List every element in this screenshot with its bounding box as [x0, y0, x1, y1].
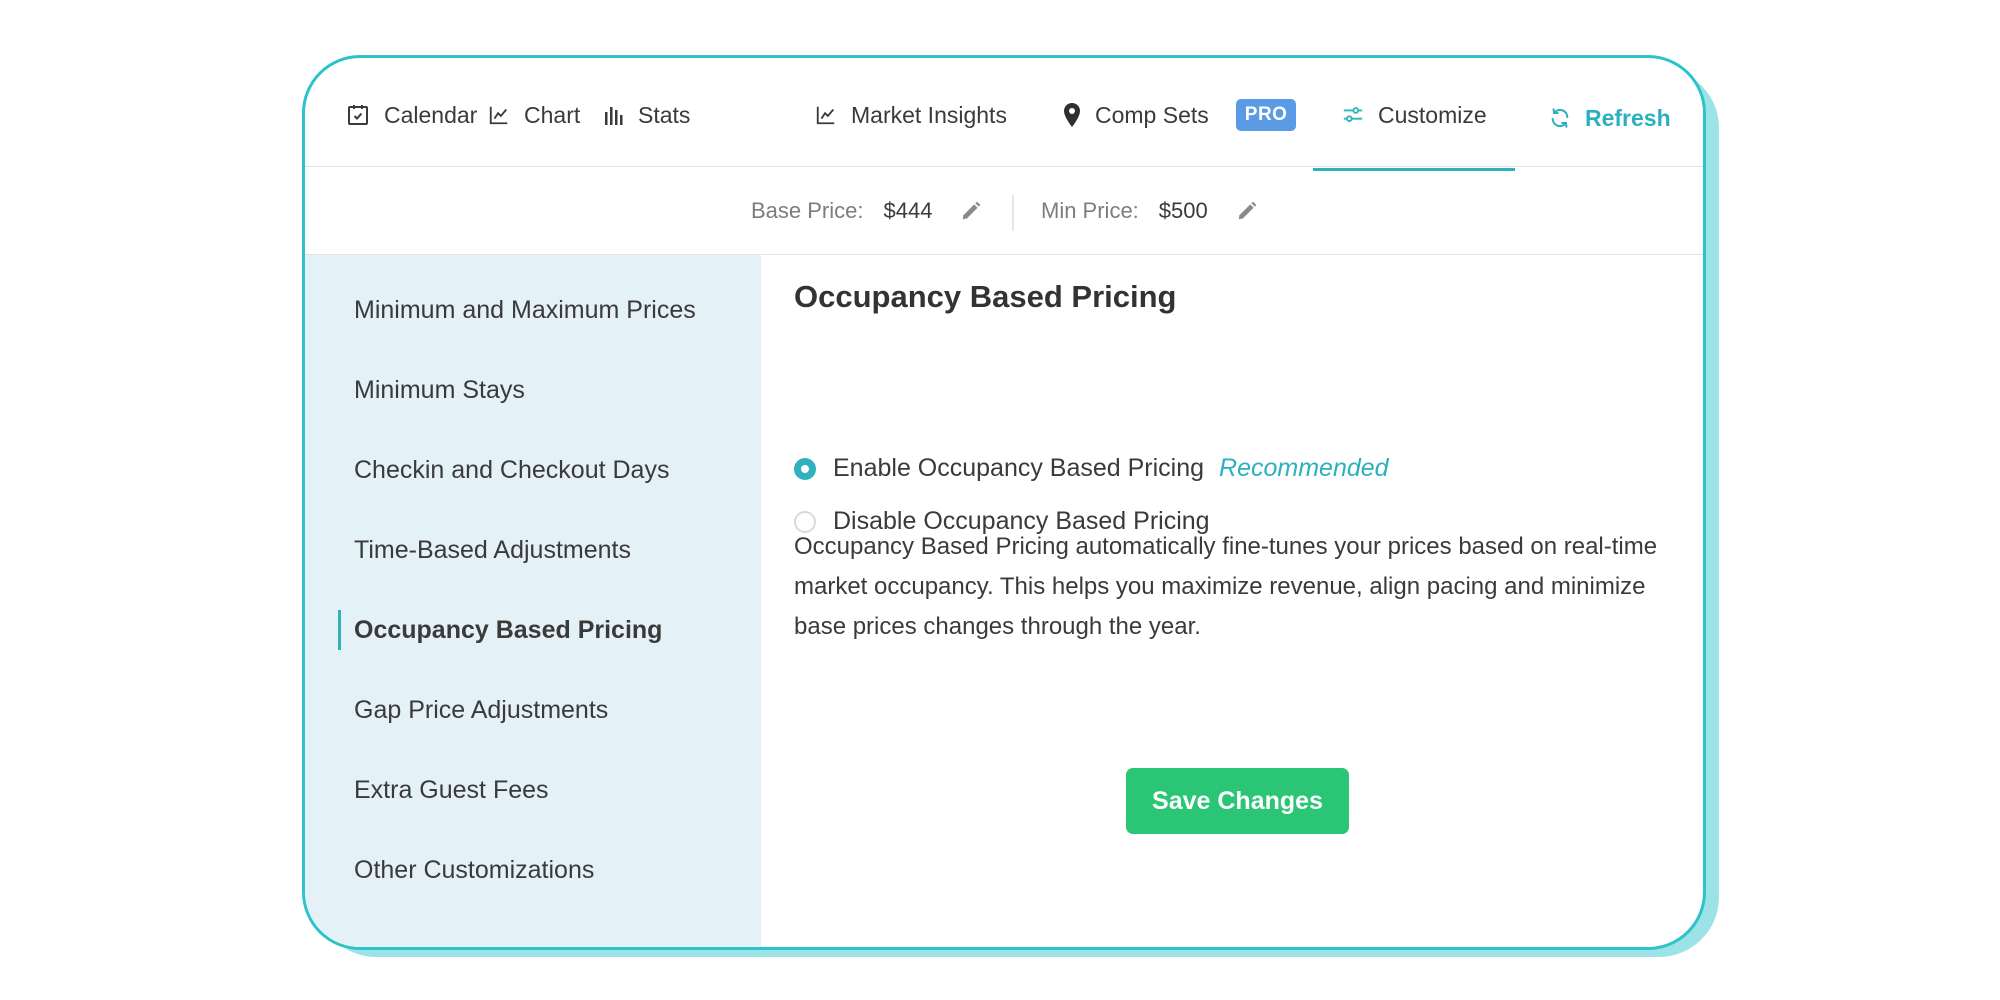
- min-price-label: Min Price:: [1041, 198, 1139, 223]
- tab-comp-sets[interactable]: Comp Sets PRO: [1063, 98, 1297, 132]
- tab-label: Stats: [638, 101, 691, 128]
- enable-option[interactable]: Enable Occupancy Based Pricing Recommend…: [794, 454, 1389, 483]
- sidebar-item-occupancy-based-pricing[interactable]: Occupancy Based Pricing: [354, 610, 662, 650]
- main-content: Occupancy Based Pricing Enable Occupancy…: [761, 255, 1703, 947]
- divider: [1012, 195, 1014, 231]
- tab-stats[interactable]: Stats: [604, 98, 690, 132]
- tab-label: Comp Sets: [1095, 101, 1209, 128]
- sidebar-item-min-max-prices[interactable]: Minimum and Maximum Prices: [354, 290, 696, 330]
- recommended-tag: Recommended: [1219, 454, 1389, 482]
- base-price-label: Base Price:: [751, 198, 864, 223]
- tab-label: Calendar: [384, 101, 478, 128]
- map-pin-icon: [1063, 102, 1081, 128]
- customize-sidebar: Minimum and Maximum Prices Minimum Stays…: [305, 255, 761, 947]
- min-price: Min Price: $500: [1041, 193, 1258, 229]
- page-title: Occupancy Based Pricing: [794, 279, 1177, 314]
- customize-panel: Calendar Chart Stats Market Insights Com…: [302, 55, 1706, 950]
- refresh-button[interactable]: Refresh: [1549, 101, 1671, 135]
- tab-label: Customize: [1378, 101, 1487, 128]
- edit-base-price-pencil-icon[interactable]: [960, 200, 982, 222]
- enable-option-label: Enable Occupancy Based Pricing: [833, 454, 1205, 482]
- tab-label: Market Insights: [851, 101, 1007, 128]
- sidebar-item-checkin-checkout-days[interactable]: Checkin and Checkout Days: [354, 450, 669, 490]
- base-price: Base Price: $444: [751, 193, 982, 229]
- edit-min-price-pencil-icon[interactable]: [1236, 200, 1258, 222]
- tab-market-insights[interactable]: Market Insights: [815, 98, 1007, 132]
- min-price-value: $500: [1158, 198, 1208, 223]
- refresh-label: Refresh: [1585, 104, 1671, 131]
- active-indicator: [338, 610, 341, 650]
- sidebar-item-time-based-adjustments[interactable]: Time-Based Adjustments: [354, 530, 631, 570]
- tab-customize[interactable]: Customize: [1313, 98, 1515, 171]
- sidebar-item-extra-guest-fees[interactable]: Extra Guest Fees: [354, 770, 549, 810]
- calendar-icon: [346, 103, 370, 127]
- tab-chart[interactable]: Chart: [488, 98, 580, 132]
- save-changes-button[interactable]: Save Changes: [1126, 768, 1349, 834]
- tab-label: Chart: [524, 101, 581, 128]
- sliders-icon: [1342, 104, 1364, 126]
- base-price-value: $444: [883, 198, 933, 223]
- price-bar: Base Price: $444 Min Price: $500: [305, 167, 1703, 255]
- line-chart-icon: [488, 104, 510, 126]
- bar-chart-icon: [604, 104, 624, 126]
- sidebar-item-minimum-stays[interactable]: Minimum Stays: [354, 370, 525, 410]
- line-chart-icon: [815, 104, 837, 126]
- sidebar-item-other-customizations[interactable]: Other Customizations: [354, 850, 594, 890]
- tab-bar: Calendar Chart Stats Market Insights Com…: [305, 58, 1703, 171]
- description: Occupancy Based Pricing automatically fi…: [794, 533, 1658, 640]
- pro-badge: PRO: [1235, 99, 1297, 131]
- radio-selected[interactable]: [794, 457, 816, 480]
- tab-calendar[interactable]: Calendar: [346, 98, 477, 132]
- sidebar-item-gap-price-adjustments[interactable]: Gap Price Adjustments: [354, 690, 608, 730]
- refresh-icon: [1549, 107, 1571, 129]
